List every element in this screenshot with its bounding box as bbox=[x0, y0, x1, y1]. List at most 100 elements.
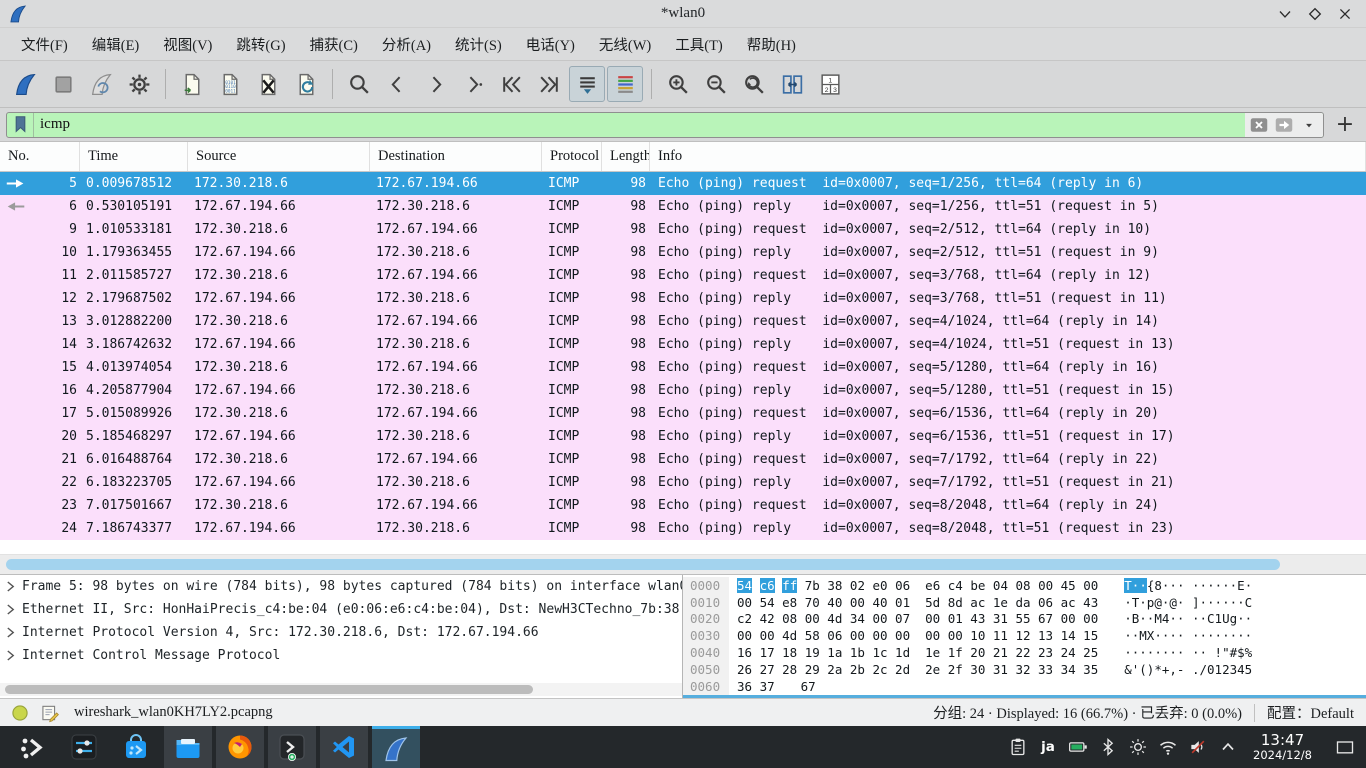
zoom-out-button[interactable] bbox=[698, 66, 734, 102]
resize-columns-button[interactable] bbox=[774, 66, 810, 102]
menu-item-edit[interactable]: 编辑(E) bbox=[81, 30, 151, 59]
filter-bookmark-button[interactable] bbox=[7, 113, 34, 137]
packet-row[interactable]: 154.013974054172.30.218.6172.67.194.66IC… bbox=[0, 356, 1366, 379]
tray-chevron-up-button[interactable] bbox=[1215, 734, 1241, 760]
minimize-button[interactable] bbox=[1274, 3, 1296, 25]
tray-battery-button[interactable] bbox=[1065, 734, 1091, 760]
hex-row[interactable]: 001000 54 e8 70 40 00 40 01 5d 8d ac 1e … bbox=[683, 594, 1366, 611]
go-last-button[interactable] bbox=[531, 66, 567, 102]
details-hscrollbar[interactable] bbox=[0, 683, 682, 696]
menu-item-telephony[interactable]: 电话(Y) bbox=[515, 30, 586, 59]
column-header-length[interactable]: Length bbox=[602, 142, 650, 171]
close-button[interactable] bbox=[1334, 3, 1356, 25]
menu-item-go[interactable]: 跳转(G) bbox=[225, 30, 296, 59]
hex-row[interactable]: 003000 00 4d 58 06 00 00 00 00 00 10 11 … bbox=[683, 627, 1366, 644]
start-capture-button[interactable] bbox=[7, 66, 43, 102]
taskbar-app-system-settings[interactable] bbox=[60, 726, 108, 768]
close-file-button[interactable] bbox=[250, 66, 286, 102]
filter-clear-button[interactable] bbox=[1248, 116, 1270, 134]
hex-row[interactable]: 000054 c6 ff 7b 38 02 e0 06 e6 c4 be 04 … bbox=[683, 577, 1366, 594]
menu-item-capture[interactable]: 捕获(C) bbox=[299, 30, 369, 59]
tray-clipboard-button[interactable] bbox=[1005, 734, 1031, 760]
hex-row[interactable]: 004016 17 18 19 1a 1b 1c 1d 1e 1f 20 21 … bbox=[683, 644, 1366, 661]
packet-row[interactable]: 205.185468297172.67.194.66172.30.218.6IC… bbox=[0, 425, 1366, 448]
detail-tree-item[interactable]: Internet Protocol Version 4, Src: 172.30… bbox=[0, 621, 682, 644]
go-first-button[interactable] bbox=[493, 66, 529, 102]
tray-wifi-button[interactable] bbox=[1155, 734, 1181, 760]
taskbar-app-file-manager[interactable] bbox=[164, 726, 212, 768]
packet-row[interactable]: 226.183223705172.67.194.66172.30.218.6IC… bbox=[0, 471, 1366, 494]
auto-scroll-button[interactable] bbox=[569, 66, 605, 102]
expand-chevron-icon[interactable] bbox=[6, 626, 15, 639]
zoom-in-button[interactable] bbox=[660, 66, 696, 102]
packet-list-hscrollbar[interactable] bbox=[0, 554, 1366, 574]
input-method-indicator[interactable]: ja bbox=[1035, 739, 1061, 755]
normal-size-button[interactable]: 123 bbox=[812, 66, 848, 102]
taskbar-app-terminal[interactable] bbox=[268, 726, 316, 768]
hex-row[interactable]: 006036 3767 bbox=[683, 678, 1366, 695]
packet-row[interactable]: 133.012882200172.30.218.6172.67.194.66IC… bbox=[0, 310, 1366, 333]
filter-dropdown-button[interactable] bbox=[1298, 116, 1320, 134]
taskbar-app-firefox[interactable] bbox=[216, 726, 264, 768]
column-header-protocol[interactable]: Protocol bbox=[542, 142, 602, 171]
scrollbar-thumb[interactable] bbox=[5, 685, 533, 694]
hex-row[interactable]: 005026 27 28 29 2a 2b 2c 2d 2e 2f 30 31 … bbox=[683, 661, 1366, 678]
menu-item-analyze[interactable]: 分析(A) bbox=[371, 30, 442, 59]
open-file-button[interactable] bbox=[174, 66, 210, 102]
capture-comment-icon[interactable] bbox=[40, 703, 60, 723]
packet-row[interactable]: 50.009678512172.30.218.6172.67.194.66ICM… bbox=[0, 172, 1366, 195]
menu-item-view[interactable]: 视图(V) bbox=[152, 30, 223, 59]
expand-chevron-icon[interactable] bbox=[6, 649, 15, 662]
find-packet-button[interactable] bbox=[341, 66, 377, 102]
column-header-no[interactable]: No. bbox=[0, 142, 80, 171]
packet-row[interactable]: 175.015089926172.30.218.6172.67.194.66IC… bbox=[0, 402, 1366, 425]
menu-item-statistics[interactable]: 统计(S) bbox=[444, 30, 513, 59]
taskbar-app-app-launcher[interactable] bbox=[8, 726, 56, 768]
menu-item-help[interactable]: 帮助(H) bbox=[736, 30, 807, 59]
show-desktop-button[interactable] bbox=[1330, 737, 1360, 757]
detail-tree-item[interactable]: Frame 5: 98 bytes on wire (784 bits), 98… bbox=[0, 575, 682, 598]
taskbar-app-discover[interactable] bbox=[112, 726, 160, 768]
tray-volume-muted-button[interactable] bbox=[1185, 734, 1211, 760]
packet-row[interactable]: 60.530105191172.67.194.66172.30.218.6ICM… bbox=[0, 195, 1366, 218]
go-to-packet-button[interactable] bbox=[455, 66, 491, 102]
expand-chevron-icon[interactable] bbox=[6, 580, 15, 593]
menu-item-tools[interactable]: 工具(T) bbox=[664, 30, 734, 59]
column-header-time[interactable]: Time bbox=[80, 142, 188, 171]
reload-file-button[interactable] bbox=[288, 66, 324, 102]
tray-bluetooth-button[interactable] bbox=[1095, 734, 1121, 760]
go-forward-button[interactable] bbox=[417, 66, 453, 102]
column-header-destination[interactable]: Destination bbox=[370, 142, 542, 171]
colorize-button[interactable] bbox=[607, 66, 643, 102]
tray-brightness-button[interactable] bbox=[1125, 734, 1151, 760]
go-back-button[interactable] bbox=[379, 66, 415, 102]
filter-apply-button[interactable] bbox=[1273, 116, 1295, 134]
column-header-info[interactable]: Info bbox=[650, 142, 1366, 171]
taskbar-app-wireshark[interactable] bbox=[372, 726, 420, 768]
profile-label[interactable]: 配置：Default bbox=[1267, 702, 1354, 723]
save-file-button[interactable]: 010101100011 bbox=[212, 66, 248, 102]
packet-row[interactable]: 101.179363455172.67.194.66172.30.218.6IC… bbox=[0, 241, 1366, 264]
hex-row[interactable]: 0020c2 42 08 00 4d 34 00 07 00 01 43 31 … bbox=[683, 611, 1366, 628]
menu-item-file[interactable]: 文件(F) bbox=[10, 30, 79, 59]
add-filter-button-button[interactable]: + bbox=[1332, 112, 1358, 138]
packet-row[interactable]: 143.186742632172.67.194.66172.30.218.6IC… bbox=[0, 333, 1366, 356]
taskbar-clock[interactable]: 13:47 2024/12/8 bbox=[1245, 733, 1320, 761]
packet-row[interactable]: 122.179687502172.67.194.66172.30.218.6IC… bbox=[0, 287, 1366, 310]
detail-tree-item[interactable]: Ethernet II, Src: HonHaiPrecis_c4:be:04 … bbox=[0, 598, 682, 621]
packet-row[interactable]: 164.205877904172.67.194.66172.30.218.6IC… bbox=[0, 379, 1366, 402]
packet-row[interactable]: 237.017501667172.30.218.6172.67.194.66IC… bbox=[0, 494, 1366, 517]
packet-row[interactable]: 216.016488764172.30.218.6172.67.194.66IC… bbox=[0, 448, 1366, 471]
column-header-source[interactable]: Source bbox=[188, 142, 370, 171]
capture-options-button[interactable] bbox=[121, 66, 157, 102]
restart-capture-button[interactable] bbox=[83, 66, 119, 102]
display-filter-input[interactable]: icmp bbox=[34, 113, 1245, 137]
expand-chevron-icon[interactable] bbox=[6, 603, 15, 616]
zoom-reset-button[interactable] bbox=[736, 66, 772, 102]
taskbar-app-vscode[interactable] bbox=[320, 726, 368, 768]
packet-row[interactable]: 91.010533181172.30.218.6172.67.194.66ICM… bbox=[0, 218, 1366, 241]
scrollbar-thumb[interactable] bbox=[6, 559, 1280, 570]
expert-info-icon[interactable] bbox=[10, 703, 30, 723]
detail-tree-item[interactable]: Internet Control Message Protocol bbox=[0, 644, 682, 667]
packet-row[interactable]: 247.186743377172.67.194.66172.30.218.6IC… bbox=[0, 517, 1366, 540]
